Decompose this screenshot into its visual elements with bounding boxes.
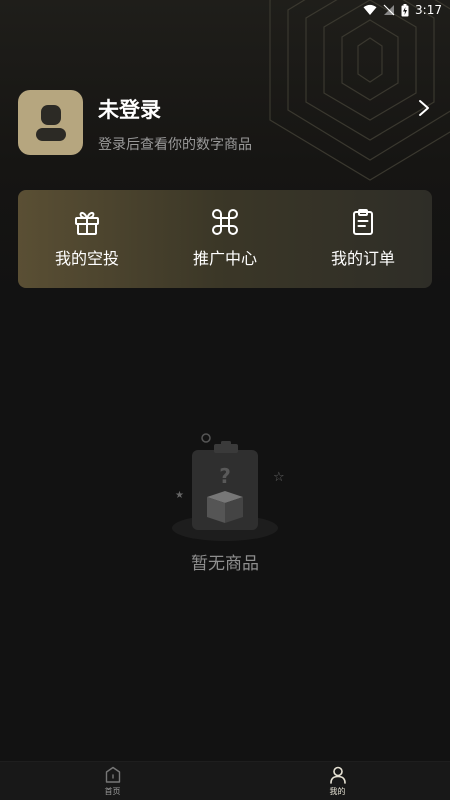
- action-label-airdrop: 我的空投: [54, 249, 119, 268]
- clipboard-icon: [353, 209, 373, 235]
- tab-home[interactable]: 首页: [0, 762, 225, 800]
- action-my-orders[interactable]: 我的订单: [294, 190, 432, 288]
- status-bar: 3:17: [0, 0, 450, 20]
- status-time: 3:17: [415, 3, 442, 17]
- quick-actions-card: 我的空投 推广中心 我的订单: [18, 190, 432, 288]
- battery-charging-icon: [401, 3, 409, 16]
- user-icon: [329, 766, 346, 784]
- bottom-tab-bar: 首页 我的: [0, 761, 450, 800]
- user-avatar-icon: [35, 104, 66, 141]
- login-profile-row[interactable]: 未登录 登录后查看你的数字商品: [18, 90, 432, 156]
- signal-off-icon: [383, 4, 395, 16]
- action-promotion-center[interactable]: 推广中心: [156, 190, 294, 288]
- action-label-orders: 我的订单: [330, 249, 395, 268]
- chevron-right-icon[interactable]: [416, 98, 432, 118]
- command-icon: [212, 209, 238, 235]
- action-my-airdrop[interactable]: 我的空投: [18, 190, 156, 288]
- login-status-title[interactable]: 未登录: [98, 94, 161, 124]
- avatar[interactable]: [18, 90, 83, 155]
- svg-text:☆: ☆: [273, 470, 285, 485]
- svg-text:?: ?: [219, 464, 231, 488]
- home-icon: [105, 766, 120, 783]
- empty-state-text: 暂无商品: [191, 554, 259, 574]
- login-hint-text: 登录后查看你的数字商品: [98, 137, 252, 153]
- tab-home-label: 首页: [104, 787, 121, 796]
- svg-text:★: ★: [175, 490, 184, 501]
- action-label-promotion: 推广中心: [192, 249, 257, 268]
- tab-mine[interactable]: 我的: [225, 762, 450, 800]
- gift-icon: [75, 211, 99, 235]
- empty-box-icon: ☆ ★ ?: [172, 433, 285, 541]
- tab-mine-label: 我的: [329, 787, 346, 796]
- wifi-icon: [363, 4, 377, 15]
- empty-state: ☆ ★ ? 暂无商品: [0, 430, 450, 590]
